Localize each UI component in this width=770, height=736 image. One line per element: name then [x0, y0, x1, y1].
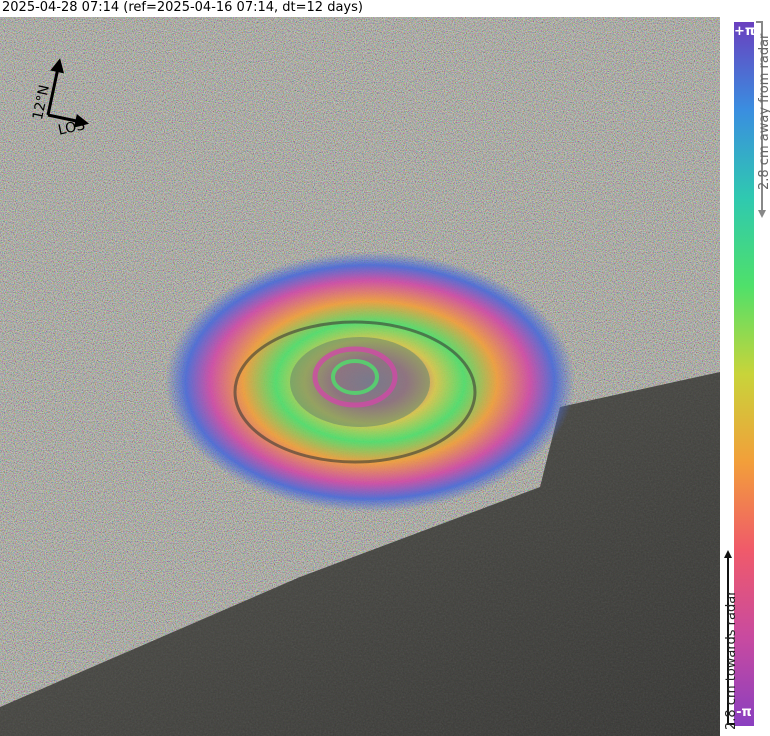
away-from-radar-label: 2.8 cm away from radar	[757, 33, 770, 190]
interferogram-image	[0, 17, 720, 736]
volcano-fringes	[165, 252, 575, 512]
colorbar-top-label: +π	[734, 24, 756, 39]
image-title: 2025-04-28 07:14 (ref=2025-04-16 07:14, …	[2, 0, 363, 15]
towards-radar-label: 2.8 cm towards radar	[724, 590, 739, 730]
